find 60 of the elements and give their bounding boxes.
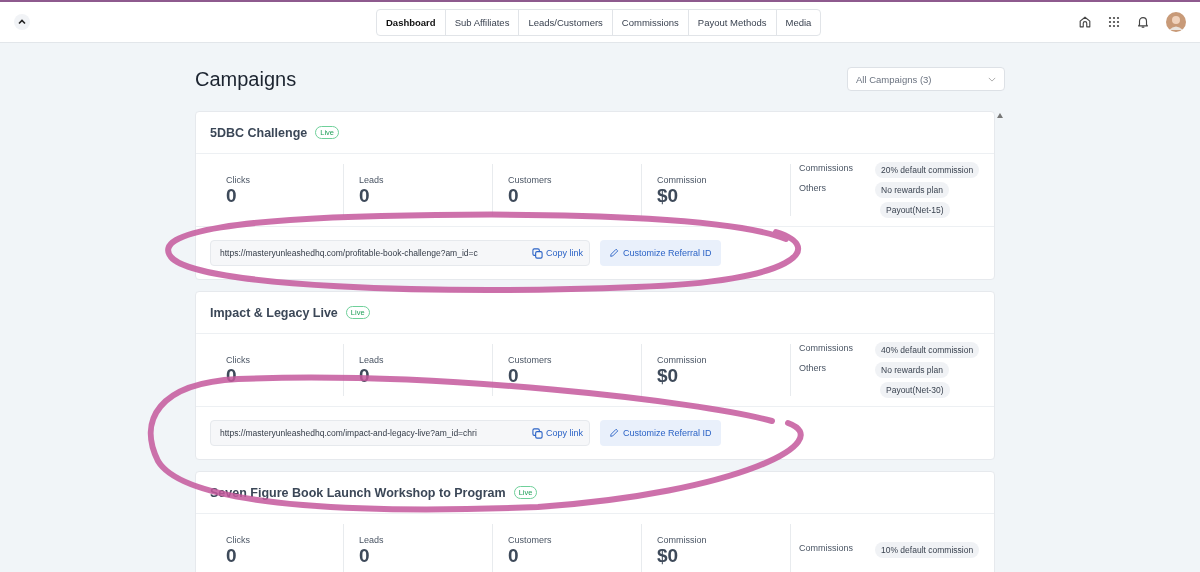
scroll-up-icon[interactable] xyxy=(997,113,1003,118)
stat-label: Customers xyxy=(508,354,553,365)
stat-label: Customers xyxy=(508,534,553,545)
plan-tag: No rewards plan xyxy=(875,362,949,378)
nav-tab[interactable]: Sub Affiliates xyxy=(445,10,520,35)
stat-value: 0 xyxy=(226,544,238,566)
commissions-label: Commissions xyxy=(799,542,854,555)
plan-tag: No rewards plan xyxy=(875,182,949,198)
campaign-title: 5DBC Challenge xyxy=(210,125,308,140)
bell-icon[interactable] xyxy=(1136,15,1150,29)
stat-label: Commission xyxy=(657,174,708,185)
referral-link-field[interactable]: https://masteryunleashedhq.com/impact-and-legacy-live?am_id=chri Copy link xyxy=(210,420,590,446)
logo-icon[interactable] xyxy=(14,14,30,30)
commissions-label: Commissions xyxy=(799,162,854,175)
chevron-down-icon xyxy=(988,76,996,82)
commission-tag: 20% default commission xyxy=(875,162,980,178)
plan-tag: Payout(Net-30) xyxy=(880,382,950,398)
customize-referral-button[interactable]: Customize Referral ID xyxy=(600,420,721,446)
apps-grid-icon[interactable] xyxy=(1108,16,1120,28)
copy-icon xyxy=(532,247,543,259)
stat-value: $0 xyxy=(657,544,680,566)
stat-label: Leads xyxy=(359,534,385,545)
campaign-filter-select[interactable]: All Campaigns (3) xyxy=(847,67,1005,91)
campaign-title: Impact & Legacy Live xyxy=(210,305,338,320)
home-icon[interactable] xyxy=(1078,15,1092,29)
pencil-icon xyxy=(609,248,619,258)
stat-value: 0 xyxy=(508,544,520,566)
stat-value: 0 xyxy=(359,184,371,206)
others-label: Others xyxy=(799,362,827,375)
stat-label: Commission xyxy=(657,354,708,365)
page-title: Campaigns xyxy=(195,67,297,91)
stat-label: Clicks xyxy=(226,534,251,545)
nav-tab[interactable]: Dashboard xyxy=(377,10,446,35)
stat-label: Leads xyxy=(359,354,385,365)
others-label: Others xyxy=(799,182,827,195)
nav-tab[interactable]: Commissions xyxy=(612,10,689,35)
stat-value: 0 xyxy=(508,364,520,386)
commissions-label: Commissions xyxy=(799,342,854,355)
commission-tag: 40% default commission xyxy=(875,342,980,358)
nav-tab[interactable]: Leads/Customers xyxy=(519,10,613,35)
plan-tag: Payout(Net-15) xyxy=(880,202,950,218)
nav-tab[interactable]: Payout Methods xyxy=(688,10,777,35)
stat-value: 0 xyxy=(359,544,371,566)
copy-icon xyxy=(532,427,543,439)
copy-link-button[interactable]: Copy link xyxy=(532,247,583,259)
stat-value: $0 xyxy=(657,364,680,386)
stat-value: 0 xyxy=(226,184,238,206)
stat-value: $0 xyxy=(657,184,680,206)
stat-label: Commission xyxy=(657,534,708,545)
stat-label: Clicks xyxy=(226,174,251,185)
referral-link-field[interactable]: https://masteryunleashedhq.com/profitable-book-challenge?am_id=c Copy link xyxy=(210,240,590,266)
commission-tag: 10% default commission xyxy=(875,542,980,558)
pencil-icon xyxy=(609,428,619,438)
copy-link-button[interactable]: Copy link xyxy=(532,427,583,439)
nav-tab[interactable]: Media xyxy=(776,10,821,35)
stat-label: Clicks xyxy=(226,354,251,365)
stat-label: Leads xyxy=(359,174,385,185)
stat-value: 0 xyxy=(508,184,520,206)
stat-label: Customers xyxy=(508,174,553,185)
customize-referral-button[interactable]: Customize Referral ID xyxy=(600,240,721,266)
